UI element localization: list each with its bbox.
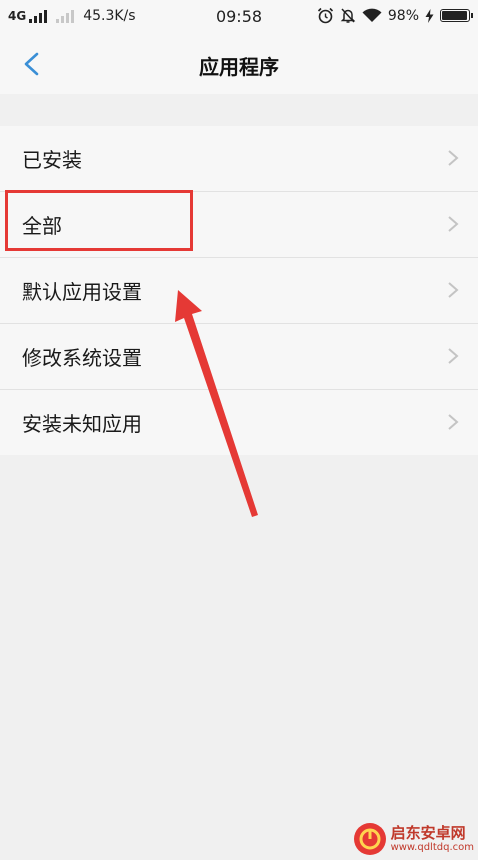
chevron-right-icon [448,348,459,364]
mute-bell-icon [340,8,356,23]
settings-list: 已安装 全部 默认应用设置 修改系统设置 安装未知应用 [0,126,478,455]
watermark-url: www.qdltdq.com [390,841,474,853]
status-bar: 4G 45.3K/s 09:58 98% [0,0,478,34]
battery-level [442,11,467,20]
battery-percent: 98% [387,7,419,24]
alarm-icon [317,7,333,24]
wifi-icon [362,8,382,22]
watermark-text: 启东安卓网 www.qdltdq.com [390,823,474,854]
chevron-right-icon [448,282,459,298]
watermark: 启东安卓网 www.qdltdq.com [353,822,474,856]
app-header: 应用程序 [0,34,478,94]
watermark-logo [353,823,386,855]
list-item-label: 修改系统设置 [22,346,142,370]
watermark-name: 启东安卓网 [390,823,466,842]
list-item-label: 全部 [22,214,62,238]
battery-icon [440,9,473,22]
list-item-label: 默认应用设置 [22,280,142,304]
list-item-default-apps[interactable]: 默认应用设置 [0,258,478,324]
list-item-all[interactable]: 全部 [0,192,478,258]
list-item-install-unknown-apps[interactable]: 安装未知应用 [0,390,478,455]
chevron-right-icon [448,414,459,430]
list-item-label: 已安装 [22,148,82,172]
list-item-modify-system-settings[interactable]: 修改系统设置 [0,324,478,390]
status-right: 98% [317,7,473,24]
chevron-right-icon [448,150,459,166]
page-title: 应用程序 [199,55,279,79]
charging-icon [425,8,434,23]
chevron-right-icon [448,216,459,232]
list-item-label: 安装未知应用 [22,412,142,436]
list-item-installed[interactable]: 已安装 [0,126,478,192]
